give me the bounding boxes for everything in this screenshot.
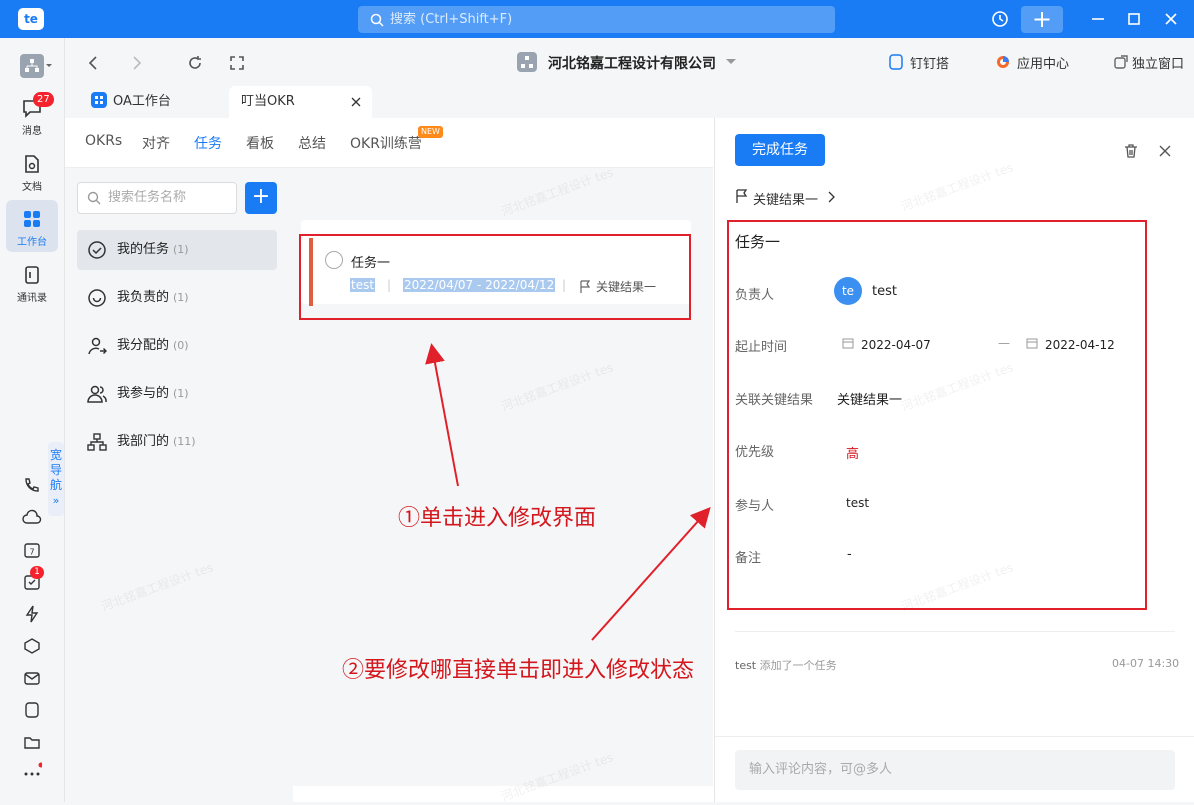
arrow-step1 [425, 343, 459, 487]
annotation-step2: ②要修改哪直接单击即进入修改状态 [342, 658, 695, 683]
arrow-step2 [591, 507, 711, 641]
annotation-step1: ①单击进入修改界面 [398, 506, 597, 531]
